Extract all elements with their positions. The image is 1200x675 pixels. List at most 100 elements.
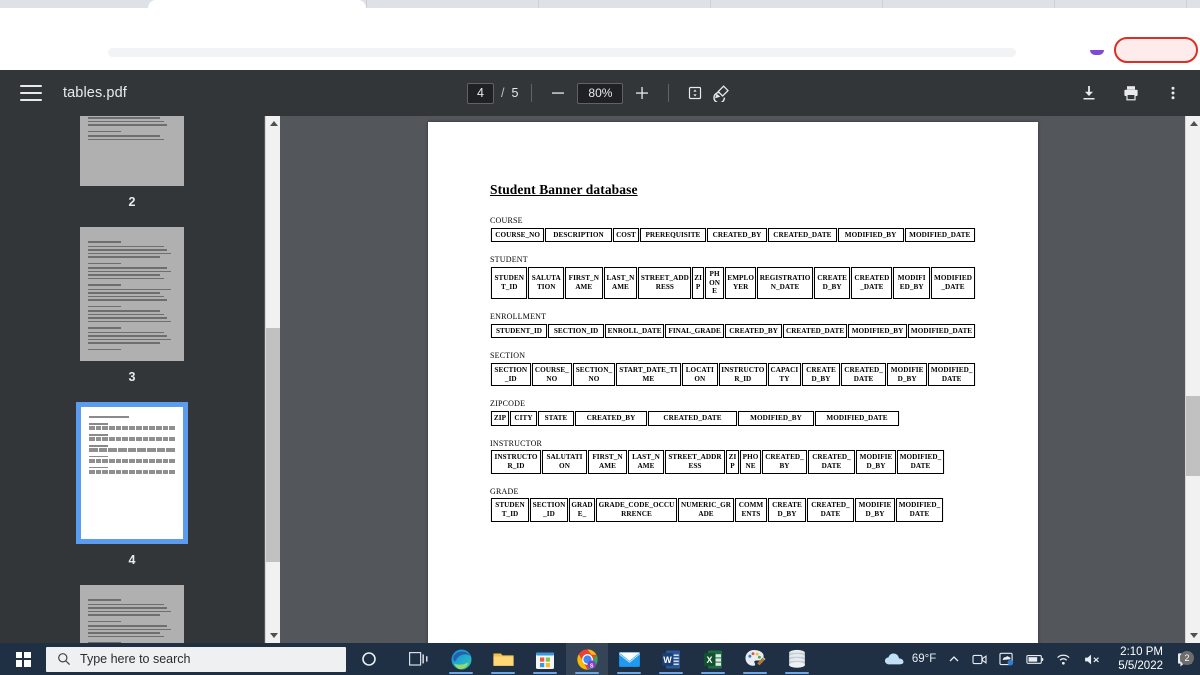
- svg-text:S: S: [589, 663, 593, 669]
- meet-now-icon[interactable]: [966, 653, 993, 666]
- page-title: Student Banner database: [490, 182, 638, 197]
- table-name-label: INSTRUCTOR: [490, 438, 543, 448]
- table-row: SECTION_ID COURSE_NO SECTION_NO START_DATE_…: [491, 362, 975, 387]
- mail-icon[interactable]: [608, 643, 650, 675]
- column-header-cell: START_DATE_TIME: [615, 362, 681, 387]
- column-header-cell: SECTION_NO: [573, 362, 615, 387]
- weather-widget[interactable]: 69°F: [878, 652, 942, 666]
- table-group: SECTION SECTION_ID COURSE_NO SECTION_NO STAR…: [490, 351, 976, 387]
- thumbnail-scroll-up-button[interactable]: [266, 116, 281, 131]
- fit-to-page-icon[interactable]: [682, 80, 708, 106]
- zoom-out-button[interactable]: [545, 80, 571, 106]
- column-header-cell: CREATED_BY: [575, 410, 647, 426]
- column-header-cell: CREATED_DATE: [851, 266, 893, 300]
- more-vertical-icon[interactable]: [1160, 80, 1186, 106]
- column-header-cell: SALUTATION: [542, 450, 587, 474]
- column-header-cell: MODIFIED_DATE: [897, 450, 944, 474]
- column-header-cell: CREATED_DATE: [768, 227, 837, 243]
- column-header-cell: STUDENT_ID: [491, 323, 548, 339]
- show-hidden-icons-chevron[interactable]: [942, 653, 966, 665]
- google-chrome-icon[interactable]: S: [566, 643, 608, 675]
- page-number-input[interactable]: 4: [467, 82, 494, 104]
- table-group: ENROLLMENT STUDENT_ID SECTION_ID ENROLL_DAT…: [490, 312, 976, 339]
- table-name-label: ENROLLMENT: [490, 312, 547, 322]
- volume-muted-icon[interactable]: [1078, 653, 1108, 666]
- pdf-viewer-body: 2345 Student Banner database COURSE COURS…: [0, 116, 1200, 643]
- browser-tab-active[interactable]: [148, 0, 366, 10]
- pdf-page-container: Student Banner database COURSE COURSE_NO D…: [280, 116, 1184, 643]
- column-header-cell: CAPACITY: [768, 362, 801, 387]
- microsoft-edge-icon[interactable]: [440, 643, 482, 675]
- microsoft-store-icon[interactable]: [524, 643, 566, 675]
- pdf-viewer-toolbar: tables.pdf 4 / 5 80%: [0, 70, 1200, 116]
- scroll-up-button[interactable]: [1186, 116, 1200, 131]
- table-row: STUDENT_ID SALUTATION FIRST_NAME LAST_NAME S…: [491, 266, 975, 300]
- table-group: GRADE STUDENT_ID SECTION_ID GRADE_ GRADE_COD…: [490, 487, 976, 522]
- download-icon[interactable]: [1076, 80, 1102, 106]
- thumbnail-page-3[interactable]: [80, 227, 184, 361]
- rotate-icon[interactable]: [708, 80, 734, 106]
- action-center-icon[interactable]: 2: [1171, 650, 1200, 667]
- column-header-cell: MODIFIED_BY: [893, 266, 930, 300]
- document-scrollbar-thumb[interactable]: [1186, 396, 1200, 476]
- thumbnail-page-number: 2: [128, 195, 136, 209]
- column-header-cell: MODIFIED_BY: [837, 227, 904, 243]
- file-explorer-icon[interactable]: [482, 643, 524, 675]
- svg-text:X: X: [706, 655, 712, 665]
- clock[interactable]: 2:10 PM 5/5/2022: [1108, 645, 1171, 674]
- task-view-icon[interactable]: [398, 643, 440, 675]
- column-header-cell: SECTION_ID: [530, 498, 568, 522]
- thumbnail-scroll-down-button[interactable]: [266, 628, 281, 643]
- print-icon[interactable]: [1118, 80, 1144, 106]
- zoom-level-input[interactable]: 80%: [577, 82, 624, 104]
- column-header-cell: MODIFIED_BY: [886, 362, 928, 387]
- database-icon[interactable]: [776, 643, 818, 675]
- column-header-cell: DESCRIPTION: [545, 227, 612, 243]
- thumbnail-scrollbar-thumb[interactable]: [266, 328, 281, 562]
- windows-start-icon[interactable]: [0, 643, 46, 675]
- thumbnail-page-2[interactable]: [80, 116, 184, 186]
- wifi-icon[interactable]: [1050, 653, 1078, 666]
- column-header-cell: CREATED_DATE: [841, 362, 886, 387]
- toolbar-divider: [531, 84, 533, 102]
- thumbnail-page-5[interactable]: [80, 585, 184, 643]
- column-header-cell: CREATED_DATE: [807, 498, 854, 522]
- onedrive-sync-icon[interactable]: [993, 652, 1020, 666]
- battery-icon[interactable]: [1020, 654, 1050, 665]
- browser-chrome: [0, 0, 1200, 72]
- column-header-cell: COURSE_NO: [491, 227, 545, 243]
- thumbnail-page-number: 4: [128, 553, 136, 567]
- column-header-cell: COST: [612, 227, 640, 243]
- temperature-label: 69°F: [911, 653, 937, 665]
- thumbnail-sidebar[interactable]: 2345: [0, 116, 264, 643]
- column-header-cell: PHONE: [740, 450, 761, 474]
- table-group: INSTRUCTOR INSTRUCTOR_ID SALUTATION FIRST_N…: [490, 439, 976, 474]
- zoom-in-button[interactable]: [629, 80, 655, 106]
- thumbnail-scrollbar[interactable]: [265, 116, 281, 643]
- search-input[interactable]: Type here to search: [46, 646, 346, 672]
- pdf-page-controls: 4 / 5 80%: [445, 80, 755, 106]
- column-header-cell: MODIFIED_DATE: [928, 362, 975, 387]
- column-header-cell: PREREQUISITE: [640, 227, 706, 243]
- column-header-cell: CREATED_BY: [801, 362, 841, 387]
- tab-strip: [0, 0, 1200, 10]
- scroll-down-button[interactable]: [1186, 628, 1200, 643]
- windows-taskbar: Type here to search S W X 69°F 2:10 PM 5…: [0, 643, 1200, 675]
- hamburger-menu-icon[interactable]: [20, 85, 42, 101]
- column-header-cell: SECTION_ID: [548, 323, 605, 339]
- extension-indicator-icon[interactable]: [1090, 50, 1104, 55]
- paint-icon[interactable]: [734, 643, 776, 675]
- thumbnail-page-4[interactable]: [76, 402, 188, 544]
- microsoft-word-icon[interactable]: W: [650, 643, 692, 675]
- microsoft-excel-icon[interactable]: X: [692, 643, 734, 675]
- address-bar[interactable]: [108, 48, 1016, 57]
- column-header-cell: MODIFIED_DATE: [896, 498, 943, 522]
- pdf-toolbar-actions: [1076, 80, 1186, 106]
- database-table: ZIP CITY STATE CREATED_BY CREATED_DATE MODIFI…: [490, 410, 900, 426]
- document-scrollbar[interactable]: [1185, 116, 1200, 643]
- table-row: ZIP CITY STATE CREATED_BY CREATED_DATE MODIFI…: [491, 410, 899, 426]
- column-header-cell: LAST_NAME: [603, 266, 638, 300]
- table-name-label: COURSE: [490, 216, 523, 225]
- cortana-circle-icon[interactable]: [348, 643, 390, 675]
- column-header-cell: EMPLOYER: [725, 266, 757, 300]
